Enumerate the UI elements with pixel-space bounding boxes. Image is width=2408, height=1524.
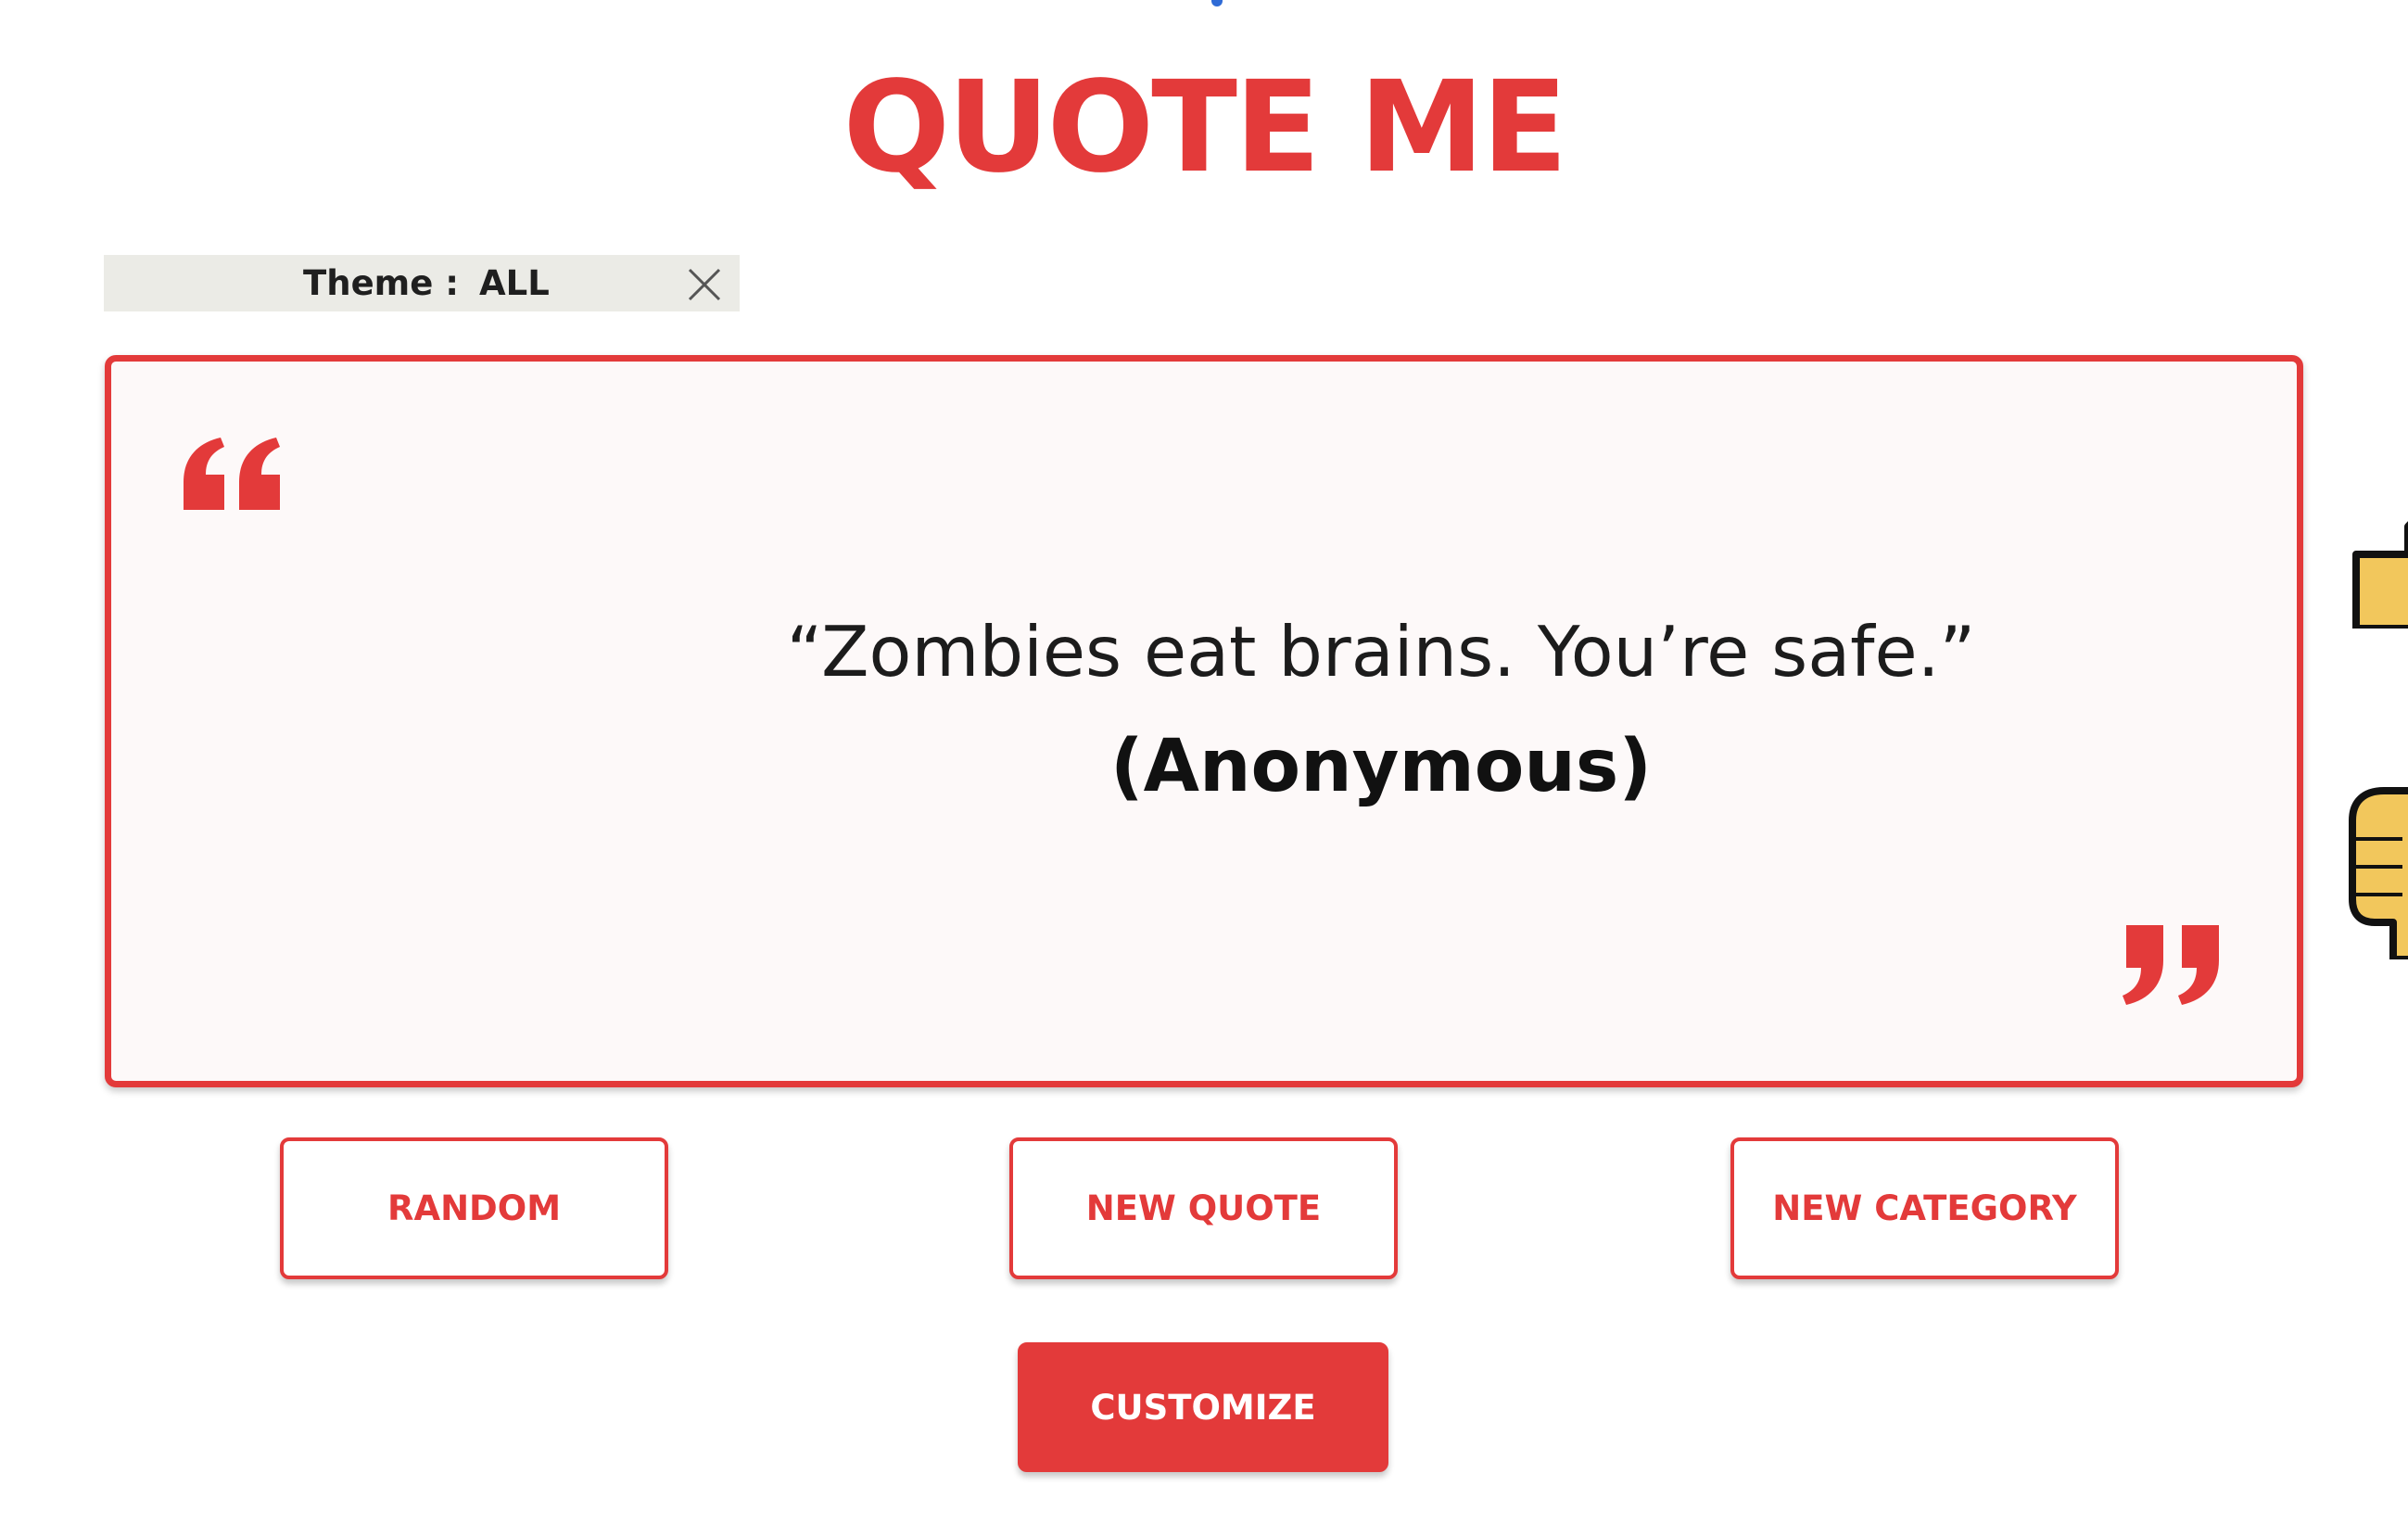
theme-label: Theme :: [303, 263, 459, 303]
top-edge-marker: [1211, 0, 1223, 6]
theme-value: ALL: [479, 263, 550, 303]
quote-author: (Anonymous): [1110, 725, 1652, 808]
quote-open-icon: [184, 438, 280, 510]
customize-button[interactable]: CUSTOMIZE: [1018, 1342, 1388, 1472]
thumbs-down-icon[interactable]: [2347, 783, 2408, 959]
app-title: QUOTE ME: [843, 55, 1568, 201]
quote-card: “Zombies eat brains. You’re safe.” (Anon…: [105, 355, 2303, 1087]
thumbs-up-icon[interactable]: [2352, 508, 2408, 629]
quote-text: “Zombies eat brains. You’re safe.”: [786, 611, 1976, 692]
close-icon[interactable]: [686, 266, 723, 303]
theme-filter-text: Theme : ALL: [303, 255, 550, 311]
quote-close-icon: [2123, 925, 2219, 1005]
random-button[interactable]: RANDOM: [280, 1137, 668, 1279]
new-category-button[interactable]: NEW CATEGORY: [1730, 1137, 2119, 1279]
theme-filter-bar: Theme : ALL: [104, 255, 740, 311]
new-quote-button[interactable]: NEW QUOTE: [1009, 1137, 1398, 1279]
